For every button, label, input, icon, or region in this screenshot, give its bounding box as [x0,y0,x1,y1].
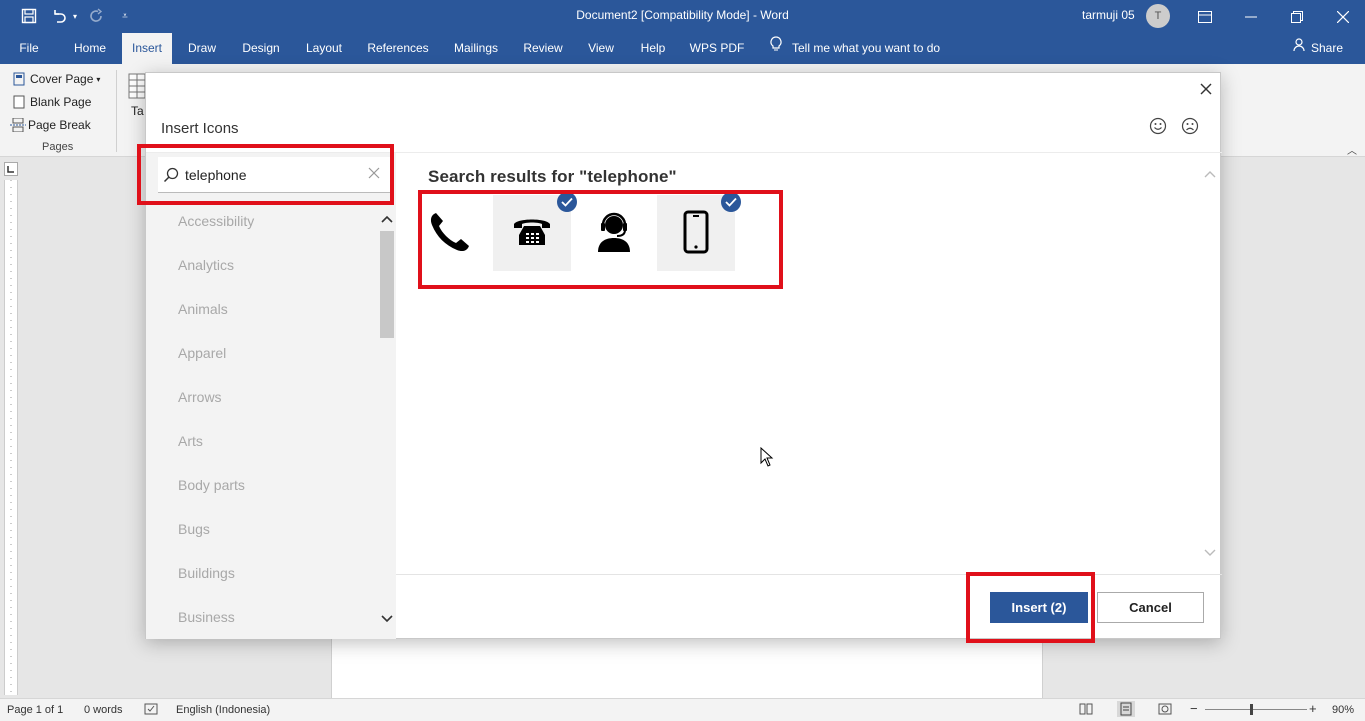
tab-wps-pdf[interactable]: WPS PDF [686,33,748,64]
ruler-ticks [10,180,12,695]
tab-mailings[interactable]: Mailings [446,33,506,64]
zoom-level[interactable]: 90% [1332,704,1354,716]
category-item[interactable]: Arts [178,433,203,449]
category-item[interactable]: Apparel [178,345,226,361]
read-mode-icon[interactable] [1079,702,1093,719]
tell-me-search[interactable]: Tell me what you want to do [770,33,940,64]
page-count[interactable]: Page 1 of 1 [7,704,63,716]
print-layout-icon[interactable] [1117,701,1135,717]
ribbon-display-options-icon[interactable] [1182,0,1228,33]
cover-page-button[interactable]: Cover Page ▾ [12,69,100,89]
status-bar: Page 1 of 1 0 words English (Indonesia) … [0,698,1365,721]
highlight-insert-button [966,572,1095,643]
cover-page-icon [12,72,26,86]
restore-icon[interactable] [1274,0,1320,33]
results-scroll-up-icon[interactable] [1204,168,1216,182]
zoom-out-icon[interactable]: − [1190,701,1198,716]
tab-design[interactable]: Design [236,33,286,64]
person-icon [1293,33,1307,64]
table-icon[interactable] [128,72,146,102]
web-layout-icon[interactable] [1158,702,1172,719]
highlight-search-box [137,144,394,205]
category-item[interactable]: Bugs [178,521,210,537]
share-label: Share [1311,41,1344,55]
dialog-title: Insert Icons [161,120,239,137]
frown-feedback-icon[interactable] [1181,117,1199,135]
page-break-icon [10,117,26,133]
tab-review[interactable]: Review [518,33,568,64]
category-item[interactable]: Accessibility [178,213,254,229]
category-item[interactable]: Body parts [178,477,245,493]
page-break-button[interactable]: Page Break [10,115,91,135]
dialog-close-icon[interactable] [1196,79,1216,99]
cover-page-label: Cover Page [30,72,94,86]
tab-references[interactable]: References [362,33,434,64]
tab-file[interactable]: File [8,33,50,64]
word-count[interactable]: 0 words [84,704,123,716]
category-scrollbar-thumb[interactable] [380,231,394,338]
results-scroll-down-icon[interactable] [1204,547,1216,561]
blank-page-label: Blank Page [30,95,92,109]
smile-feedback-icon[interactable] [1149,117,1167,135]
title-bar: ▾ ⩡ Document2 [Compatibility Mode] - Wor… [0,0,1365,33]
collapse-ribbon-icon[interactable]: ︿ [1347,142,1357,157]
tab-home[interactable]: Home [64,33,116,64]
tab-help[interactable]: Help [634,33,672,64]
search-results-title: Search results for "telephone" [428,167,677,186]
ribbon-tabs: File Home Insert Draw Design Layout Refe… [0,33,1365,64]
mouse-cursor-icon [760,446,774,470]
highlight-results [418,190,783,289]
vertical-ruler [4,180,18,695]
lightbulb-icon [770,33,782,64]
share-button[interactable]: Share [1293,33,1343,64]
blank-page-icon [12,95,26,109]
page-break-label: Page Break [28,118,91,132]
close-icon[interactable] [1320,0,1365,33]
blank-page-button[interactable]: Blank Page [12,92,91,112]
footer-divider [396,574,1222,575]
category-item[interactable]: Buildings [178,565,235,581]
tab-insert[interactable]: Insert [122,33,172,64]
tab-selector[interactable] [4,162,18,176]
category-item[interactable]: Business [178,609,235,625]
user-name[interactable]: tarmuji 05 [1082,8,1135,22]
category-item[interactable]: Analytics [178,257,234,273]
ribbon-separator [116,70,117,152]
pages-group-label: Pages [42,141,74,153]
proofing-icon[interactable] [144,702,158,719]
category-item[interactable]: Arrows [178,389,222,405]
tell-me-label: Tell me what you want to do [792,41,941,55]
zoom-slider-thumb[interactable] [1250,704,1253,715]
zoom-slider[interactable] [1205,709,1307,710]
tab-view[interactable]: View [582,33,620,64]
scroll-up-icon[interactable] [381,213,393,227]
minimize-icon[interactable] [1228,0,1274,33]
chevron-down-icon: ▾ [96,74,101,84]
zoom-in-icon[interactable]: + [1309,701,1317,716]
tab-draw[interactable]: Draw [182,33,222,64]
tab-layout[interactable]: Layout [298,33,350,64]
avatar[interactable]: T [1146,4,1170,28]
table-button-label[interactable]: Ta [131,104,144,118]
cancel-button[interactable]: Cancel [1097,592,1204,623]
scroll-down-icon[interactable] [381,613,393,627]
language-indicator[interactable]: English (Indonesia) [176,704,270,716]
category-item[interactable]: Animals [178,301,228,317]
